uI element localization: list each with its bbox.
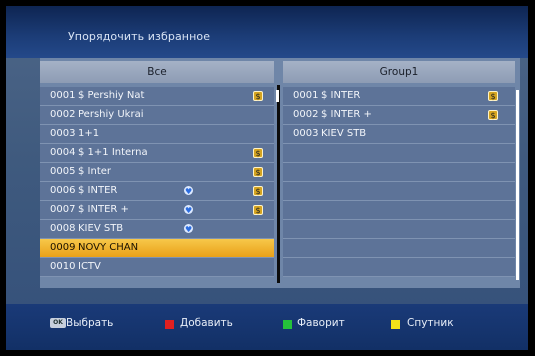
- channel-name: $ Pershiy Nat: [78, 90, 145, 101]
- channel-row[interactable]: 0010 ICTV: [40, 258, 274, 277]
- channel-name: $ Inter: [78, 166, 112, 177]
- hint-favorite[interactable]: Фаворит: [297, 317, 345, 329]
- channel-name: ICTV: [78, 261, 101, 272]
- channel-row[interactable]: 0002 Pershiy Ukrai: [40, 106, 274, 125]
- favorite-heart-icon: [184, 183, 193, 201]
- scrambled-icon: [253, 145, 263, 163]
- scrambled-icon: [253, 164, 263, 182]
- channel-number: 0003: [293, 128, 319, 139]
- channel-number: 0008: [50, 223, 76, 234]
- channel-number: 0001: [50, 90, 76, 101]
- scrambled-icon: [488, 107, 498, 125]
- group-channel-list[interactable]: 0001$ INTER0002$ INTER +0003KIEV STB: [283, 87, 515, 277]
- green-key-icon: [283, 320, 292, 329]
- channel-number: 0009: [50, 242, 76, 253]
- channel-name: $ INTER +: [321, 109, 372, 120]
- channel-number: 0006: [50, 185, 76, 196]
- channel-name: Pershiy Ukrai: [78, 109, 144, 120]
- channel-name: 1+1: [78, 128, 100, 139]
- hint-add[interactable]: Добавить: [180, 317, 233, 329]
- channel-row[interactable]: 0004 $ 1+1 Interna: [40, 144, 274, 163]
- channel-number: 0010: [50, 261, 76, 272]
- page-title: Упорядочить избранное: [68, 30, 211, 43]
- right-scrollbar[interactable]: [516, 90, 519, 280]
- channel-number: 0007: [50, 204, 76, 215]
- channel-row[interactable]: 0003 KIEV STB: [283, 125, 515, 144]
- channel-row[interactable]: 0006 $ INTER: [40, 182, 274, 201]
- channel-row[interactable]: 0003 1+1: [40, 125, 274, 144]
- hint-satellite[interactable]: Спутник: [407, 317, 454, 329]
- channel-row[interactable]: [283, 201, 515, 220]
- channel-row[interactable]: 0002 $ INTER +: [283, 106, 515, 125]
- yellow-key-icon: [391, 320, 400, 329]
- channel-row[interactable]: 0001 $ INTER: [283, 87, 515, 106]
- channel-row[interactable]: 0001 $ Pershiy Nat: [40, 87, 274, 106]
- all-channels-header: Все: [40, 61, 274, 83]
- ok-key-icon: OK: [50, 318, 66, 328]
- channel-name: $ INTER: [321, 90, 361, 101]
- favorite-heart-icon: [184, 221, 193, 239]
- panel-divider: [277, 85, 280, 283]
- left-scrollbar[interactable]: [276, 90, 279, 102]
- group-header: Group1: [283, 61, 515, 83]
- channel-row[interactable]: 0005 $ Inter: [40, 163, 274, 182]
- channel-row[interactable]: [283, 258, 515, 277]
- scrambled-icon: [253, 183, 263, 201]
- favorite-heart-icon: [184, 202, 193, 220]
- channel-name: NOVY CHAN: [78, 242, 139, 253]
- channel-name: KIEV STB: [321, 128, 367, 139]
- channel-row[interactable]: [283, 220, 515, 239]
- channel-name: $ INTER: [78, 185, 118, 196]
- channel-number: 0002: [293, 109, 319, 120]
- channel-name: KIEV STB: [78, 223, 124, 234]
- channel-number: 0001: [293, 90, 319, 101]
- scrambled-icon: [488, 88, 498, 106]
- channel-row[interactable]: 0007 $ INTER +: [40, 201, 274, 220]
- channel-row[interactable]: [283, 144, 515, 163]
- all-channels-list[interactable]: 0001$ Pershiy Nat0002Pershiy Ukrai00031+…: [40, 87, 274, 277]
- red-key-icon: [165, 320, 174, 329]
- channel-row[interactable]: [283, 239, 515, 258]
- channel-number: 0002: [50, 109, 76, 120]
- hint-select[interactable]: Выбрать: [66, 317, 113, 329]
- channel-row[interactable]: 0008 KIEV STB: [40, 220, 274, 239]
- channel-number: 0004: [50, 147, 76, 158]
- favorites-editor-screen: Упорядочить избранное Все Group1 0001 $ P…: [6, 6, 528, 350]
- scrambled-icon: [253, 88, 263, 106]
- channel-name: $ INTER +: [78, 204, 129, 215]
- channel-name: $ 1+1 Interna: [78, 147, 148, 158]
- scrambled-icon: [253, 202, 263, 220]
- channel-number: 0003: [50, 128, 76, 139]
- channel-row[interactable]: 0009 NOVY CHAN: [40, 239, 274, 258]
- channel-row[interactable]: [283, 163, 515, 182]
- channel-row[interactable]: [283, 182, 515, 201]
- channel-number: 0005: [50, 166, 76, 177]
- title-bar: Упорядочить избранное: [6, 6, 528, 58]
